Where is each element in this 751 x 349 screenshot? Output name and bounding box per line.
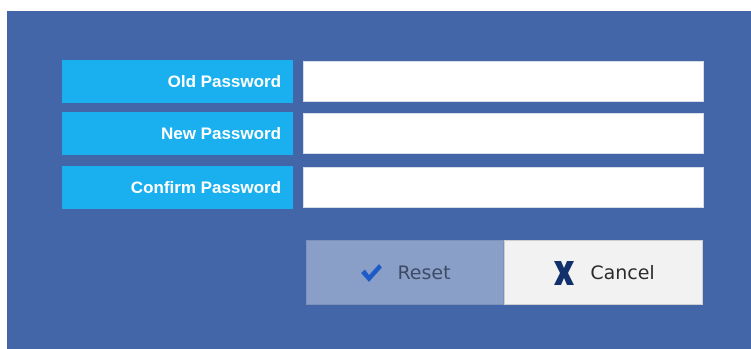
change-password-panel: Old Password New Password Confirm Passwo…: [7, 11, 751, 349]
old-password-input[interactable]: [303, 61, 704, 102]
checkmark-icon: [359, 262, 383, 284]
old-password-row: Old Password: [62, 60, 710, 103]
confirm-password-label: Confirm Password: [62, 166, 293, 209]
new-password-input[interactable]: [303, 113, 704, 154]
new-password-label: New Password: [62, 112, 293, 155]
confirm-password-row: Confirm Password: [62, 166, 710, 209]
close-icon: [552, 260, 576, 286]
new-password-row: New Password: [62, 112, 710, 155]
reset-button-label: Reset: [397, 261, 451, 284]
reset-button[interactable]: Reset: [306, 240, 504, 305]
confirm-password-input[interactable]: [303, 167, 704, 208]
cancel-button-label: Cancel: [590, 261, 655, 284]
old-password-label: Old Password: [62, 60, 293, 103]
cancel-button[interactable]: Cancel: [504, 240, 703, 305]
